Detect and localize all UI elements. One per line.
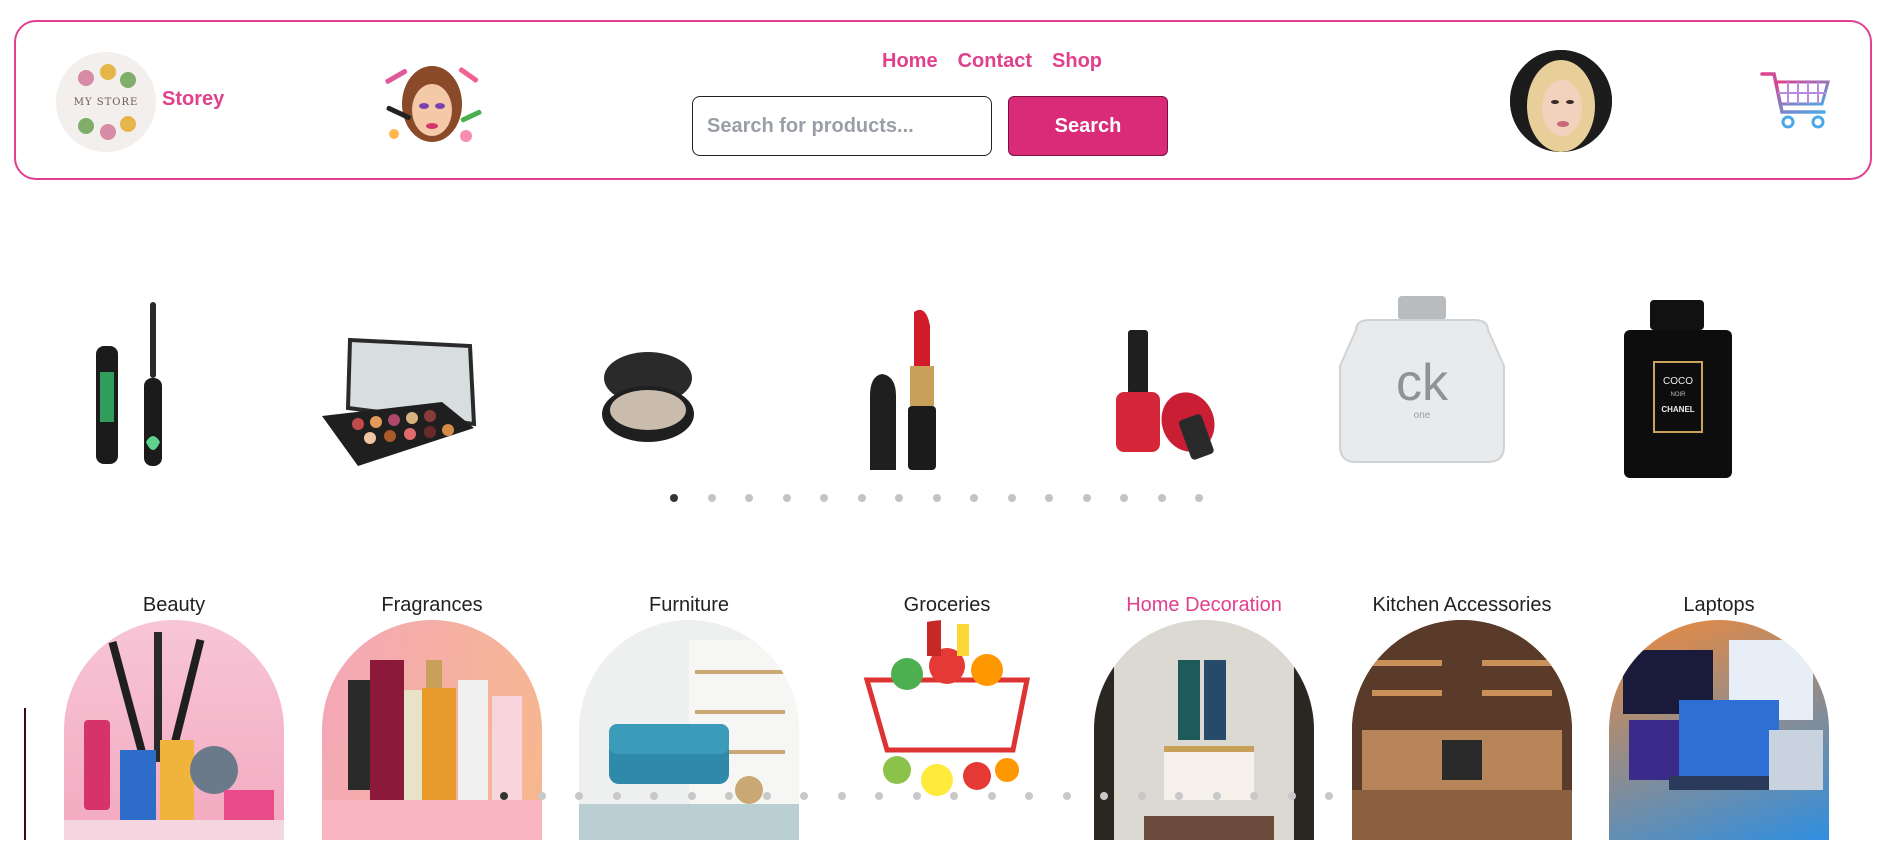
carousel-dot[interactable] xyxy=(1137,792,1146,800)
carousel-dot[interactable] xyxy=(1175,792,1183,800)
carousel-dot[interactable] xyxy=(895,494,903,502)
category-label-laptops[interactable]: Laptops xyxy=(1609,594,1829,617)
carousel-dot[interactable] xyxy=(875,792,883,800)
user-avatar[interactable] xyxy=(1510,50,1612,152)
category-label-kitchen-accessories[interactable]: Kitchen Accessories xyxy=(1352,594,1572,617)
carousel-dot[interactable] xyxy=(932,494,941,502)
store-logo[interactable]: MY STORE xyxy=(56,52,156,152)
carousel-dot[interactable] xyxy=(1250,792,1258,800)
carousel-dot[interactable] xyxy=(1100,792,1108,800)
search-input[interactable] xyxy=(692,96,992,156)
site-header: MY STORE Storey Home Contact Shop Search xyxy=(14,20,1872,180)
category-label-fragrances[interactable]: Fragrances xyxy=(322,594,542,617)
logo-text: MY STORE xyxy=(73,96,139,108)
category-image-fragrances[interactable] xyxy=(322,620,542,840)
search-button[interactable]: Search xyxy=(1008,96,1168,156)
carousel-dot[interactable] xyxy=(857,494,866,502)
shopping-cart-icon[interactable] xyxy=(1760,70,1832,132)
main-nav: Home Contact Shop xyxy=(882,50,1102,73)
carousel-dot[interactable] xyxy=(987,792,996,800)
category-label-groceries[interactable]: Groceries xyxy=(837,594,1057,617)
product-eyeshadow-palette-image[interactable] xyxy=(318,338,478,468)
carousel-dot[interactable] xyxy=(745,494,753,502)
product-ck-one-image[interactable]: ck one xyxy=(1336,296,1508,466)
ck-label: ck xyxy=(1396,354,1449,412)
carousel-dot[interactable] xyxy=(1325,792,1333,800)
carousel-dot[interactable] xyxy=(1007,494,1016,502)
carousel-dot[interactable] xyxy=(670,494,678,502)
carousel-dot[interactable] xyxy=(575,792,583,800)
carousel-dot[interactable] xyxy=(1082,494,1091,502)
product-compact-powder-image[interactable] xyxy=(598,348,698,448)
page: MY STORE Storey Home Contact Shop Search xyxy=(0,0,1884,858)
carousel-dot[interactable] xyxy=(1287,792,1296,800)
category-image-laptops[interactable] xyxy=(1609,620,1829,840)
carousel-dot[interactable] xyxy=(537,792,546,800)
category-image-beauty[interactable] xyxy=(64,620,284,840)
carousel-dot[interactable] xyxy=(1045,494,1053,502)
carousel-dot[interactable] xyxy=(1212,792,1221,800)
carousel-dot[interactable] xyxy=(1062,792,1071,800)
product-mascara-image[interactable] xyxy=(86,302,186,472)
carousel-dot[interactable] xyxy=(725,792,733,800)
carousel-dot[interactable] xyxy=(500,792,508,800)
category-label-beauty[interactable]: Beauty xyxy=(64,594,284,617)
carousel-dot[interactable] xyxy=(800,792,808,800)
carousel-dot[interactable] xyxy=(650,792,658,800)
chanel-label-brand: CHANEL xyxy=(1661,405,1694,414)
nav-contact-link[interactable]: Contact xyxy=(958,50,1032,73)
carousel-dot[interactable] xyxy=(950,792,958,800)
carousel-dot[interactable] xyxy=(687,792,696,800)
category-carousel-edge xyxy=(24,708,26,840)
product-carousel: ck one COCO NOIR CHANEL xyxy=(0,280,1884,502)
carousel-dot[interactable] xyxy=(820,494,828,502)
product-lipstick-image[interactable] xyxy=(860,306,960,472)
makeup-model-image xyxy=(385,66,482,142)
carousel-dot[interactable] xyxy=(1025,792,1033,800)
carousel-dot[interactable] xyxy=(1195,494,1203,502)
category-label-home-decoration[interactable]: Home Decoration xyxy=(1094,594,1314,617)
carousel-dot[interactable] xyxy=(1157,494,1166,502)
category-image-furniture[interactable] xyxy=(579,620,799,840)
chanel-label-mid: NOIR xyxy=(1671,392,1687,398)
carousel-dot[interactable] xyxy=(1120,494,1128,502)
carousel-dot[interactable] xyxy=(970,494,978,502)
carousel-dot[interactable] xyxy=(782,494,791,502)
category-image-kitchen-accessories[interactable] xyxy=(1352,620,1572,840)
product-chanel-perfume-image[interactable]: COCO NOIR CHANEL xyxy=(1620,300,1736,480)
nav-home-link[interactable]: Home xyxy=(882,50,938,73)
carousel-dot[interactable] xyxy=(762,792,771,800)
carousel-dot[interactable] xyxy=(912,792,921,800)
product-nail-polish-image[interactable] xyxy=(1110,330,1220,460)
ck-sub-label: one xyxy=(1414,410,1431,421)
nav-shop-link[interactable]: Shop xyxy=(1052,50,1102,73)
carousel-dot[interactable] xyxy=(612,792,621,800)
category-image-groceries[interactable] xyxy=(837,620,1057,840)
category-image-home-decoration[interactable] xyxy=(1094,620,1314,840)
chanel-label-top: COCO xyxy=(1663,376,1693,387)
carousel-dot[interactable] xyxy=(707,494,716,502)
brand-name[interactable]: Storey xyxy=(162,88,224,111)
category-label-furniture[interactable]: Furniture xyxy=(579,594,799,617)
carousel-dot[interactable] xyxy=(837,792,846,800)
